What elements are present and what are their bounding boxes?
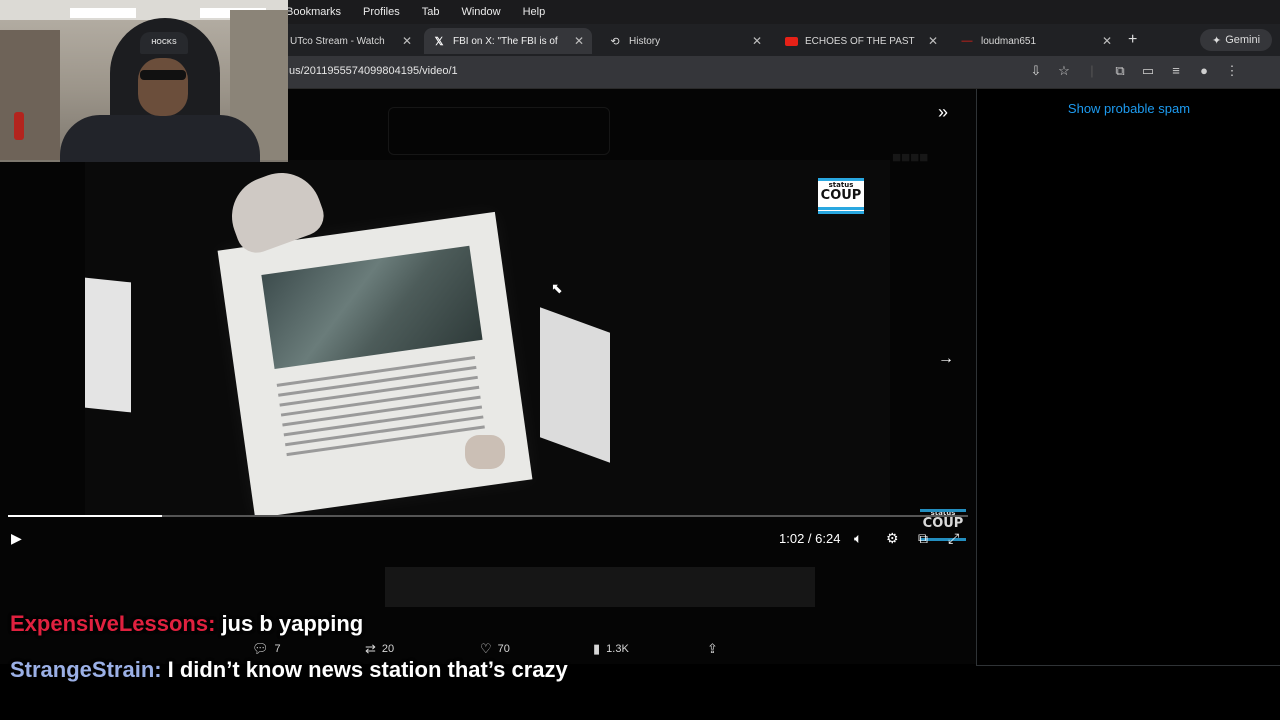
ghost-reply xyxy=(385,567,815,607)
install-app-icon[interactable]: ⇩ xyxy=(1022,63,1050,79)
reply-icon: 💬︎ xyxy=(252,641,269,656)
gemini-button[interactable]: ✦ Gemini xyxy=(1200,29,1272,51)
fullscreen-icon[interactable]: ⤢ xyxy=(948,530,959,547)
repost-count: 20 xyxy=(381,643,395,655)
dash-icon: — xyxy=(961,35,973,47)
paper-left-edge xyxy=(85,277,131,413)
view-count: 1.3K xyxy=(606,643,629,655)
menu-help[interactable]: Help xyxy=(523,6,546,18)
paper-stack xyxy=(540,307,610,463)
chat-text: I didn’t know news station that’s crazy xyxy=(167,657,568,682)
webcam-shelf xyxy=(0,30,60,160)
toolbar-icons: ⇩ ☆ | ⧉ ▭ ≡ ● ⋮ xyxy=(1022,63,1246,79)
ghost-heading: ■■■■ xyxy=(892,149,929,166)
chat-username: ExpensiveLessons: xyxy=(10,611,216,636)
webcam-sunglasses xyxy=(140,70,186,80)
ceiling-light xyxy=(70,8,136,18)
time-display: 1:02 / 6:24 xyxy=(779,531,841,546)
url-field[interactable]: us/2011955574099804195/video/1 xyxy=(289,65,458,77)
close-icon[interactable]: ✕ xyxy=(752,34,762,48)
youtube-icon xyxy=(784,34,798,48)
webcam-overlay: HOCKS xyxy=(0,0,288,162)
separator: | xyxy=(1090,63,1094,78)
side-panel: Show probable spam xyxy=(976,89,1280,666)
hand-bottom xyxy=(465,435,505,469)
views-button[interactable]: ▮ 1.3K xyxy=(593,641,629,657)
document-text-lines xyxy=(276,356,486,463)
tab-title: History xyxy=(629,35,661,47)
bookmark-star-icon[interactable]: ☆ xyxy=(1050,63,1078,79)
reply-button[interactable]: 💬︎ 7 xyxy=(252,641,281,657)
progress-bar[interactable] xyxy=(8,515,968,517)
menu-profiles[interactable]: Profiles xyxy=(363,6,400,18)
close-icon[interactable]: ✕ xyxy=(928,34,938,48)
share-button[interactable]: ⇪ xyxy=(707,641,718,657)
like-count: 70 xyxy=(497,643,510,655)
gemini-label: Gemini xyxy=(1225,34,1261,46)
tab-title: loudman651 xyxy=(981,35,1037,47)
ghost-search-box xyxy=(388,107,610,155)
tab-history[interactable]: ⟲ History ✕ xyxy=(600,28,770,54)
aerial-photo xyxy=(261,245,483,370)
extensions-icon[interactable]: ⧉ xyxy=(1106,63,1134,79)
side-panel-icon[interactable]: ▭ xyxy=(1134,63,1162,79)
heart-icon: ♡ xyxy=(480,641,492,656)
tab-title: FBI on X: "The FBI is of xyxy=(453,35,558,47)
progress-fill xyxy=(8,515,162,517)
repost-button[interactable]: ⇄ 20 xyxy=(365,641,394,657)
next-arrow-icon[interactable]: → xyxy=(938,350,954,368)
expand-panel-icon[interactable]: » xyxy=(938,102,948,123)
logo-line2: COUP xyxy=(922,516,964,531)
gemini-sparkle-icon: ✦ xyxy=(1211,34,1222,47)
tab-fbi-on-x[interactable]: 𝕏 FBI on X: "The FBI is of ✕ xyxy=(424,28,592,54)
chat-message: ExpensiveLessons: jus b yapping xyxy=(10,611,363,637)
webcam-beanie: HOCKS xyxy=(140,32,188,54)
fire-extinguisher xyxy=(14,112,24,140)
menu-tab[interactable]: Tab xyxy=(422,6,440,18)
more-menu-icon[interactable]: ⋮ xyxy=(1218,63,1246,79)
settings-icon[interactable]: ⚙ xyxy=(886,530,899,547)
new-tab-icon[interactable]: + xyxy=(1128,31,1137,49)
play-icon[interactable]: ▶ xyxy=(11,530,22,547)
webcam-body xyxy=(60,115,260,162)
document-paper xyxy=(217,211,533,515)
logo-line2: COUP xyxy=(820,188,862,203)
close-icon[interactable]: ✕ xyxy=(402,34,412,48)
video-frame[interactable] xyxy=(85,160,890,515)
media-control-icon[interactable]: ≡ xyxy=(1162,63,1190,79)
profile-avatar-icon[interactable]: ● xyxy=(1190,63,1218,79)
close-icon[interactable]: ✕ xyxy=(1102,34,1112,48)
tab-echoes-of-the-past[interactable]: ECHOES OF THE PAST ✕ xyxy=(776,28,946,54)
close-icon[interactable]: ✕ xyxy=(574,34,584,48)
views-chart-icon: ▮ xyxy=(593,641,601,656)
chat-username: StrangeStrain: xyxy=(10,657,162,682)
repost-icon: ⇄ xyxy=(365,641,376,656)
tab-utco-stream[interactable]: UTco Stream - Watch ✕ xyxy=(282,28,420,54)
tab-title: ECHOES OF THE PAST xyxy=(805,35,915,47)
share-icon: ⇪ xyxy=(707,641,718,656)
tab-title: UTco Stream - Watch xyxy=(290,35,385,47)
history-icon: ⟲ xyxy=(610,35,620,48)
reply-count: 7 xyxy=(274,643,281,655)
x-logo-icon: 𝕏 xyxy=(434,35,444,48)
chat-message: StrangeStrain: I didn’t know news station… xyxy=(10,657,568,683)
pip-icon[interactable]: ⧉ xyxy=(918,530,928,547)
menu-bookmarks[interactable]: Bookmarks xyxy=(286,6,341,18)
show-probable-spam-link[interactable]: Show probable spam xyxy=(977,101,1280,116)
mouse-cursor-icon: ⬉ xyxy=(551,280,563,296)
volume-icon[interactable]: 🔈︎ xyxy=(854,530,862,547)
tab-loudman651[interactable]: — loudman651 ✕ xyxy=(952,28,1120,54)
chat-text: jus b yapping xyxy=(221,611,364,636)
like-button[interactable]: ♡ 70 xyxy=(480,641,510,657)
webcam-face xyxy=(138,58,188,116)
menu-window[interactable]: Window xyxy=(461,6,500,18)
status-coup-logo: status COUP xyxy=(818,178,864,214)
